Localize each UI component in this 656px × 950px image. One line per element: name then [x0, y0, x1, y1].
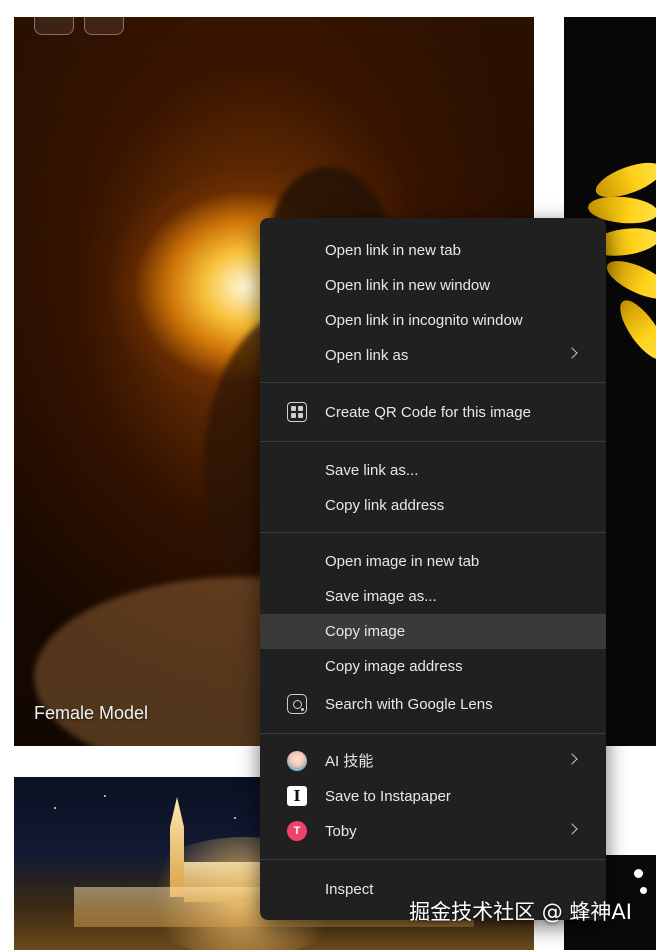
menu-item-label: Open link in incognito window	[325, 312, 523, 329]
menu-item-label: Inspect	[325, 881, 374, 898]
menu-item-copy-link-address[interactable]: Copy link address	[260, 488, 606, 523]
menu-item-label: AI 技能	[325, 753, 374, 770]
decor-dot	[640, 887, 647, 894]
instapaper-icon: I	[287, 786, 307, 806]
menu-item-label: Copy link address	[325, 497, 445, 514]
overlay-button[interactable]	[84, 17, 124, 35]
menu-item-label: Open link as	[325, 347, 409, 364]
light-dot	[54, 807, 56, 809]
petal	[612, 293, 656, 367]
menu-separator	[260, 733, 606, 734]
menu-item-label: Search with Google Lens	[325, 696, 493, 713]
menu-item-label: Save link as...	[325, 462, 419, 479]
petal	[601, 253, 656, 307]
image-caption: Female Model	[34, 703, 149, 723]
menu-item-label: Open link in new window	[325, 277, 491, 294]
menu-item-label: Copy image	[325, 623, 406, 640]
church-spire	[170, 797, 184, 897]
menu-item-label: Toby	[325, 823, 357, 840]
google-lens-icon	[287, 694, 307, 714]
menu-separator	[260, 859, 606, 860]
light-dot	[234, 817, 236, 819]
menu-item-label: Open image in new tab	[325, 553, 480, 570]
menu-separator	[260, 532, 606, 533]
menu-item-label: Copy image address	[325, 658, 463, 675]
menu-item-label: Save image as...	[325, 588, 437, 605]
menu-separator	[260, 441, 606, 442]
menu-item-label: Create QR Code for this image	[325, 404, 531, 421]
menu-item-open-link-new-window[interactable]: Open link in new window	[260, 268, 606, 303]
menu-item-open-link-incognito[interactable]: Open link in incognito window	[260, 303, 606, 338]
overlay-button[interactable]	[34, 17, 74, 35]
chevron-right-icon	[566, 347, 578, 359]
chevron-right-icon	[566, 823, 578, 835]
menu-item-open-link-as[interactable]: Open link as	[260, 338, 606, 373]
menu-item-copy-image-address[interactable]: Copy image address	[260, 649, 606, 684]
menu-item-save-image-as[interactable]: Save image as...	[260, 579, 606, 614]
context-menu[interactable]: Open link in new tab Open link in new wi…	[260, 218, 606, 920]
menu-item-open-link-new-tab[interactable]: Open link in new tab	[260, 233, 606, 268]
menu-item-open-image-new-tab[interactable]: Open image in new tab	[260, 544, 606, 579]
menu-item-create-qr[interactable]: Create QR Code for this image	[260, 395, 606, 430]
menu-item-toby[interactable]: T Toby	[260, 814, 606, 849]
chevron-right-icon	[566, 753, 578, 765]
menu-item-save-link-as[interactable]: Save link as...	[260, 453, 606, 488]
light-dot	[104, 795, 106, 797]
menu-item-ai-skills[interactable]: AI 技能	[260, 744, 606, 779]
menu-item-copy-image[interactable]: Copy image	[260, 614, 606, 649]
qr-code-icon	[287, 402, 307, 422]
watermark-text: 掘金技术社区 @ 蜂神AI	[409, 900, 632, 924]
menu-item-label: Open link in new tab	[325, 242, 461, 259]
decor-dot	[634, 869, 643, 878]
toby-icon: T	[287, 821, 307, 841]
menu-item-save-instapaper[interactable]: I Save to Instapaper	[260, 779, 606, 814]
menu-separator	[260, 382, 606, 383]
menu-item-search-google-lens[interactable]: Search with Google Lens	[260, 687, 606, 722]
menu-item-label: Save to Instapaper	[325, 788, 451, 805]
ai-avatar-icon	[287, 751, 307, 771]
